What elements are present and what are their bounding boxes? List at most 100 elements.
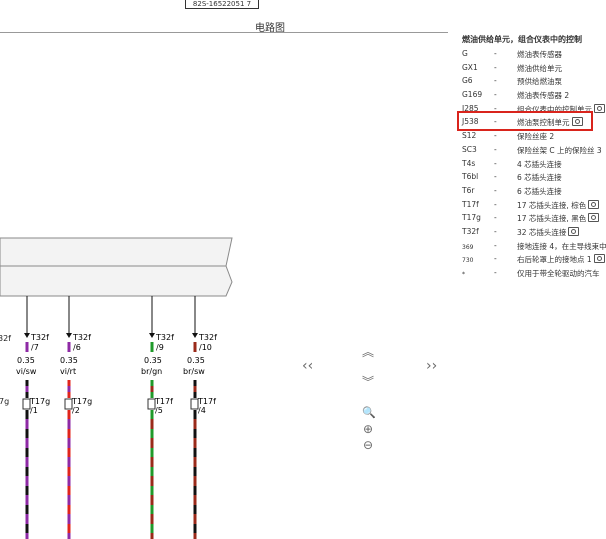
connector-pin-5: /5 <box>155 406 163 415</box>
legend-description-text: 预供给燃油泵 <box>517 77 562 87</box>
wire-size: 0.35 <box>144 356 162 365</box>
legend-description: 4 芯插头连接 <box>517 159 562 170</box>
legend-item[interactable]: G169 - 燃油表传感器 2 <box>462 89 606 103</box>
connector-pin-1: /1 <box>30 406 38 415</box>
legend-code: G <box>462 49 468 58</box>
legend-item[interactable]: T32f - 32 芯插头连接 <box>462 226 606 240</box>
connector-t17g-1: T17g <box>29 397 50 406</box>
connector-pin-9: /9 <box>156 343 164 352</box>
legend-code: T17g <box>462 213 481 223</box>
legend-description: 17 芯插头连接, 黑色 <box>517 213 600 224</box>
legend-description-text: 6 芯插头连接 <box>517 173 562 183</box>
legend-description-text: 保险丝座 2 <box>517 132 555 142</box>
legend-code: T6r <box>462 185 475 195</box>
legend-code: G169 <box>462 90 483 100</box>
legend-description: 保险丝座 2 <box>517 131 554 142</box>
legend-dash: - <box>494 240 497 250</box>
legend-item[interactable]: * - 仅用于带全轮驱动的汽车 <box>462 267 606 281</box>
connector-pin-4: /4 <box>198 406 206 415</box>
camera-icon[interactable] <box>588 199 600 209</box>
legend-description: 6 芯插头连接 <box>517 172 562 183</box>
legend-code: T6bl <box>462 172 479 182</box>
legend-item[interactable]: GX1 - 燃油供给单元 <box>462 62 606 76</box>
legend-dash: - <box>494 144 497 154</box>
legend-item[interactable]: 730 - 右后轮罩上的接地点 1 <box>462 253 606 267</box>
legend-dash: - <box>494 76 497 86</box>
wiring-diagram[interactable]: 32f 7g T32f /7 0.35 vi/sw T17g /1 T32f /… <box>0 0 450 539</box>
legend-description-text: 17 芯插头连接, 黑色 <box>517 214 587 224</box>
legend-item[interactable]: T4s - 4 芯插头连接 <box>462 158 606 172</box>
legend-dash: - <box>494 254 497 264</box>
scroll-up-button[interactable]: ︽ <box>362 345 374 359</box>
wire-vi-sw[interactable]: T32f /7 0.35 vi/sw T17g /1 <box>16 296 50 539</box>
legend-item[interactable]: S12 - 保险丝座 2 <box>462 130 606 144</box>
zoom-out-button[interactable]: ⊖ <box>363 438 373 452</box>
legend-description-text: 保险丝架 C 上的保险丝 3 <box>517 145 602 155</box>
zoom-fit-button[interactable]: 🔍 <box>362 406 376 420</box>
legend-description: 仅用于带全轮驱动的汽车 <box>517 268 600 279</box>
legend-item[interactable]: G - 燃油表传感器 <box>462 48 606 62</box>
connector-t32f-7: T32f <box>30 333 49 342</box>
legend-code: SC3 <box>462 144 477 154</box>
prev-page-button[interactable]: ‹‹ <box>302 359 313 373</box>
legend-item[interactable]: T17g - 17 芯插头连接, 黑色 <box>462 212 606 226</box>
legend-item[interactable]: SC3 - 保险丝架 C 上的保险丝 3 <box>462 144 606 158</box>
legend-dash: - <box>494 213 497 223</box>
legend-code: T32f <box>462 226 479 236</box>
next-page-button[interactable]: ›› <box>426 359 437 373</box>
legend-description-text: 右后轮罩上的接地点 1 <box>517 255 592 265</box>
legend-code: GX1 <box>462 62 478 72</box>
connector-t32f-6: T32f <box>72 333 91 342</box>
legend-dash: - <box>494 226 497 236</box>
legend-description: 右后轮罩上的接地点 1 <box>517 254 605 265</box>
connector-t17f-4: T17f <box>197 397 216 406</box>
legend-description-text: 燃油表传感器 2 <box>517 91 570 101</box>
legend-dash: - <box>494 62 497 72</box>
wire-size: 0.35 <box>187 356 205 365</box>
connector-pin-7: /7 <box>31 343 39 352</box>
connector-pin-6: /6 <box>73 343 81 352</box>
camera-icon[interactable] <box>568 226 580 236</box>
legend-dash: - <box>494 158 497 168</box>
legend-code: T4s <box>462 158 476 168</box>
legend-description-text: 接地连接 4，在主导线束中 <box>517 241 606 251</box>
legend-dash: - <box>494 268 497 277</box>
legend-description: 预供给燃油泵 <box>517 76 562 87</box>
scroll-down-button[interactable]: ︾ <box>362 375 374 389</box>
legend-description: 17 芯插头连接, 棕色 <box>517 199 600 211</box>
zoom-in-button[interactable]: ⊕ <box>363 422 373 436</box>
wire-color-code: vi/sw <box>16 367 37 376</box>
connector-pin-10: /10 <box>199 343 212 352</box>
camera-icon[interactable] <box>588 213 600 223</box>
partial-bottom-label: 7g <box>0 397 9 406</box>
legend-dash: - <box>494 90 497 100</box>
legend-code: * <box>462 271 465 278</box>
legend-item[interactable]: T6r - 6 芯插头连接 <box>462 185 606 199</box>
legend-list: G - 燃油表传感器 GX1 - 燃油供给单元 G6 - 预供给燃油泵 G169 - 燃油表传感器 2… <box>462 48 606 281</box>
legend-description: 接地连接 4，在主导线束中 <box>517 241 606 252</box>
connector-t17f-5: T17f <box>154 397 173 406</box>
legend-code: 369 <box>462 243 474 251</box>
legend-item[interactable]: G6 - 预供给燃油泵 <box>462 75 606 89</box>
legend-description: 燃油表传感器 2 <box>517 90 569 101</box>
legend-item[interactable]: T17f - 17 芯插头连接, 棕色 <box>462 199 606 213</box>
camera-icon[interactable] <box>594 103 605 113</box>
legend-dash: - <box>494 199 497 209</box>
legend-description: 燃油表传感器 <box>517 49 562 60</box>
wire-size: 0.35 <box>60 356 78 365</box>
legend-dash: - <box>494 172 497 182</box>
camera-icon[interactable] <box>593 254 605 264</box>
legend-code: S12 <box>462 131 477 141</box>
wire-vi-rt[interactable]: T32f /6 0.35 vi/rt T17g /2 <box>60 296 92 539</box>
connector-t32f-10: T32f <box>198 333 217 342</box>
component-legend: 燃油供给单元，组合仪表中的控制 G - 燃油表传感器 GX1 - 燃油供给单元 G6 - 预供给… <box>462 34 606 281</box>
wire-br-sw[interactable]: T32f /10 0.35 br/sw T17f /4 <box>183 296 217 539</box>
legend-item[interactable]: T6bl - 6 芯插头连接 <box>462 171 606 185</box>
legend-item[interactable]: 369 - 接地连接 4，在主导线束中 <box>462 240 606 254</box>
legend-dash: - <box>494 131 497 141</box>
legend-description: 32 芯插头连接 <box>517 226 580 238</box>
legend-code: G6 <box>462 76 473 86</box>
connector-t32f-9: T32f <box>155 333 174 342</box>
legend-description-text: 32 芯插头连接 <box>517 227 567 237</box>
wire-br-gn[interactable]: T32f /9 0.35 br/gn T17f /5 <box>141 296 174 539</box>
